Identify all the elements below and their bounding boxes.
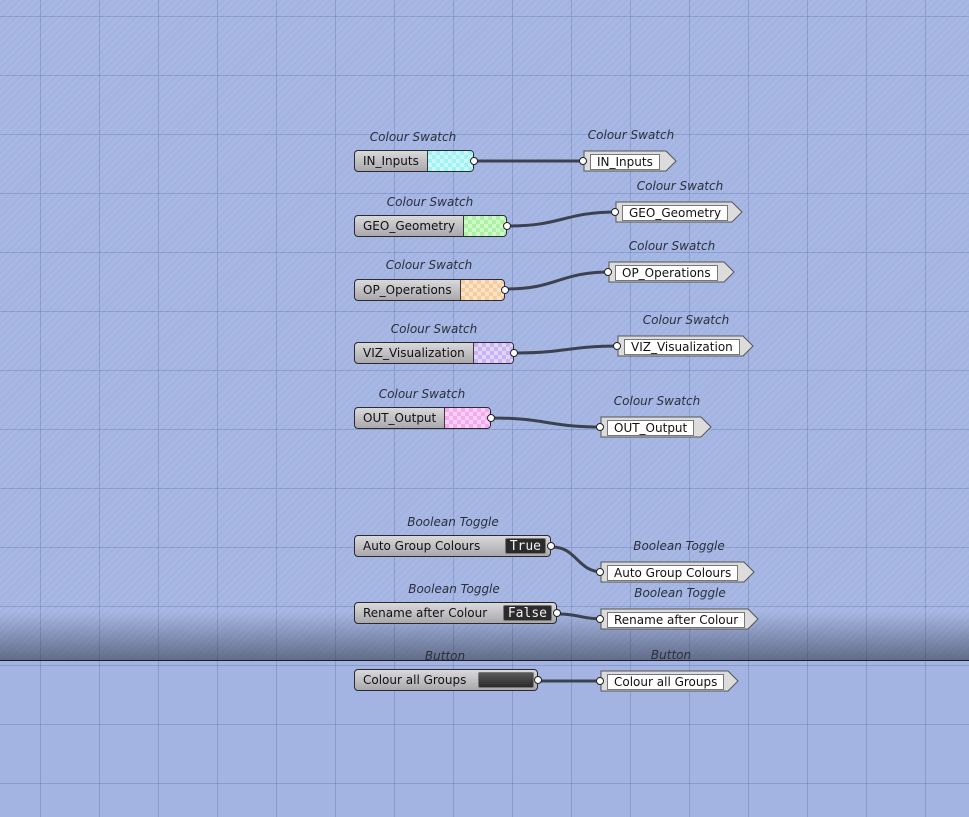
panel-1-input-grip[interactable] — [579, 157, 587, 165]
panel-5-text: OUT_Output — [607, 420, 695, 436]
grasshopper-canvas[interactable]: Colour Swatch IN_Inputs Colour Swatch GE… — [0, 0, 969, 817]
swatch-1-output-grip[interactable] — [470, 157, 478, 165]
boolean-toggle-auto-group-colours[interactable]: Auto Group Colours True — [354, 535, 555, 557]
colour-swatch-op-operations[interactable]: OP_Operations — [354, 279, 509, 301]
swatch-1-color[interactable] — [426, 151, 473, 171]
panel-2-type-label: Colour Swatch — [636, 179, 724, 193]
panel-3-type-label: Colour Swatch — [628, 239, 716, 253]
panel-rename-after-colour[interactable]: Rename after Colour — [596, 608, 760, 630]
swatch-4-name: VIZ_Visualization — [363, 346, 465, 360]
panel-3-text: OP_Operations — [615, 265, 718, 281]
button-type-label: Button — [424, 649, 466, 663]
button-name: Colour all Groups — [363, 673, 467, 687]
toggle-1-type-label: Boolean Toggle — [407, 515, 499, 529]
toggle-2-output-grip[interactable] — [553, 609, 561, 617]
swatch-5-name: OUT_Output — [363, 411, 437, 425]
toggle-panel-1-input-grip[interactable] — [596, 568, 604, 576]
wire-auto-group-colours — [550, 545, 605, 574]
toggle-panel-1-type-label: Boolean Toggle — [633, 539, 725, 553]
wire-geo-geometry — [506, 210, 620, 228]
swatch-4-type-label: Colour Swatch — [390, 322, 478, 336]
panel-2-text: GEO_Geometry — [622, 205, 729, 221]
toggle-2-type-label: Boolean Toggle — [408, 582, 500, 596]
colour-swatch-viz-visualization[interactable]: VIZ_Visualization — [354, 342, 518, 364]
panel-4-input-grip[interactable] — [613, 342, 621, 350]
button-panel-text: Colour all Groups — [607, 674, 725, 690]
boolean-toggle-rename-after-colour[interactable]: Rename after Colour False — [354, 602, 561, 624]
toggle-panel-2-input-grip[interactable] — [596, 615, 604, 623]
toggle-panel-2-type-label: Boolean Toggle — [634, 586, 726, 600]
wire-out-output — [490, 416, 605, 429]
button-colour-all-groups[interactable]: Colour all Groups — [354, 669, 542, 691]
toggle-panel-1-text: Auto Group Colours — [607, 565, 739, 581]
toggle-1-value[interactable]: True — [504, 538, 546, 554]
panel-in-inputs[interactable]: IN_Inputs — [579, 150, 678, 172]
panel-viz-visualization[interactable]: VIZ_Visualization — [613, 335, 755, 357]
colour-swatch-geo-geometry[interactable]: GEO_Geometry — [354, 215, 511, 237]
toggle-panel-2-text: Rename after Colour — [607, 612, 746, 628]
toggle-1-output-grip[interactable] — [547, 542, 555, 550]
panel-colour-all-groups[interactable]: Colour all Groups — [596, 670, 740, 692]
swatch-2-output-grip[interactable] — [503, 222, 511, 230]
swatch-3-output-grip[interactable] — [501, 286, 509, 294]
panel-4-text: VIZ_Visualization — [624, 339, 740, 355]
panel-1-type-label: Colour Swatch — [587, 128, 675, 142]
swatch-4-color[interactable] — [472, 343, 513, 363]
swatch-5-color[interactable] — [444, 408, 490, 428]
button-panel-type-label: Button — [650, 648, 692, 662]
swatch-2-name: GEO_Geometry — [363, 219, 456, 233]
panel-out-output[interactable]: OUT_Output — [596, 416, 713, 438]
panel-auto-group-colours[interactable]: Auto Group Colours — [596, 561, 756, 583]
wire-op-operations — [504, 270, 613, 291]
panel-4-type-label: Colour Swatch — [642, 313, 730, 327]
panel-3-input-grip[interactable] — [604, 268, 612, 276]
swatch-3-color[interactable] — [459, 280, 504, 300]
swatch-4-output-grip[interactable] — [510, 349, 518, 357]
wire-viz-visualization — [513, 344, 622, 355]
swatch-1-name: IN_Inputs — [363, 154, 419, 168]
button-face[interactable] — [478, 672, 534, 688]
panel-geo-geometry[interactable]: GEO_Geometry — [611, 201, 744, 223]
toggle-2-value[interactable]: False — [502, 605, 552, 621]
swatch-5-type-label: Colour Swatch — [378, 387, 466, 401]
swatch-2-type-label: Colour Swatch — [386, 195, 474, 209]
swatch-3-type-label: Colour Swatch — [385, 258, 473, 272]
panel-5-input-grip[interactable] — [596, 423, 604, 431]
colour-swatch-in-inputs[interactable]: IN_Inputs — [354, 150, 478, 172]
panel-2-input-grip[interactable] — [611, 208, 619, 216]
panel-op-operations[interactable]: OP_Operations — [604, 261, 736, 283]
swatch-1-type-label: Colour Swatch — [369, 130, 457, 144]
button-output-grip[interactable] — [534, 676, 542, 684]
toggle-1-name: Auto Group Colours — [363, 539, 481, 553]
button-panel-input-grip[interactable] — [596, 677, 604, 685]
swatch-2-color[interactable] — [463, 216, 506, 236]
toggle-2-name: Rename after Colour — [363, 606, 488, 620]
swatch-3-name: OP_Operations — [363, 283, 452, 297]
colour-swatch-out-output[interactable]: OUT_Output — [354, 407, 495, 429]
swatch-5-output-grip[interactable] — [487, 414, 495, 422]
panel-5-type-label: Colour Swatch — [613, 394, 701, 408]
panel-1-text: IN_Inputs — [590, 154, 660, 170]
